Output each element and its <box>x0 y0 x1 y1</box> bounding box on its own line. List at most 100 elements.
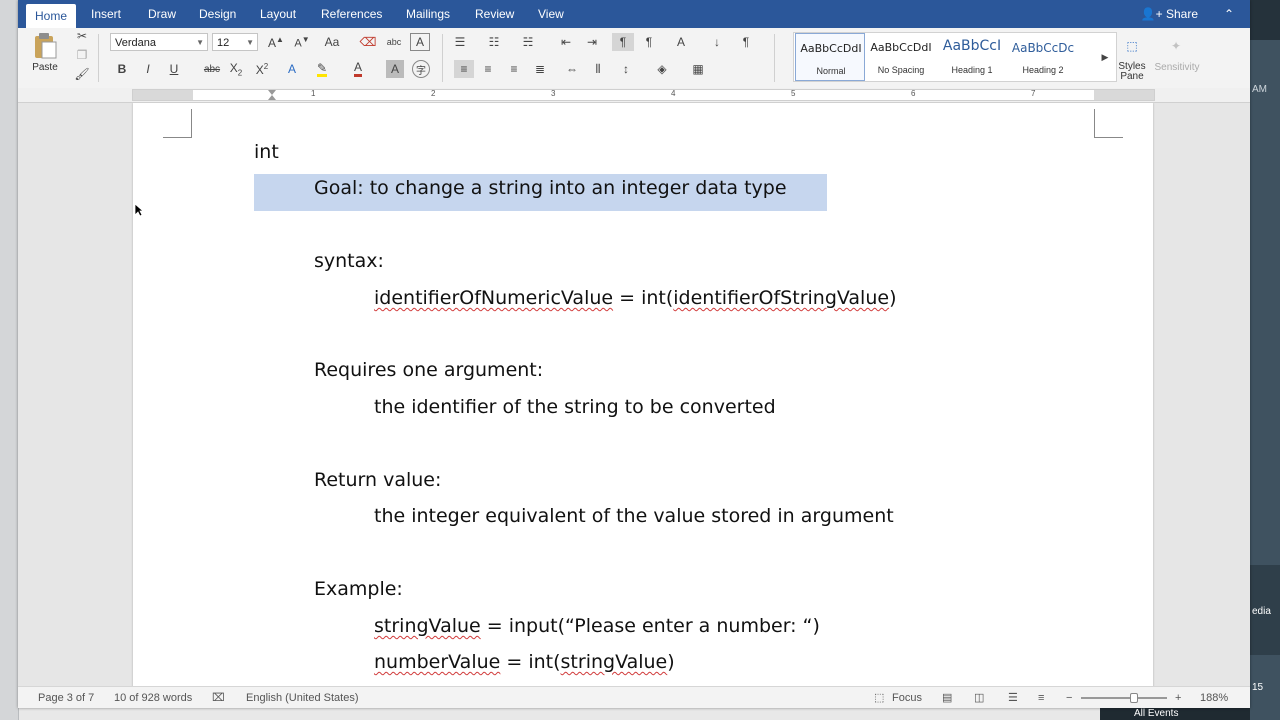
phonetic-guide-button[interactable]: abc <box>384 33 404 51</box>
font-color-button[interactable]: A <box>348 60 368 78</box>
language-status[interactable]: English (United States) <box>246 687 359 708</box>
share-button[interactable]: 👤+ Share <box>1141 0 1198 28</box>
highlight-color-button[interactable]: ✎ <box>312 60 332 78</box>
all-events-label[interactable]: All Events <box>1134 708 1178 720</box>
tab-review[interactable]: Review <box>466 0 523 28</box>
page-count-status[interactable]: Page 3 of 7 <box>38 687 94 708</box>
font-size-combo[interactable]: 12 ▼ <box>212 33 258 51</box>
tab-layout[interactable]: Layout <box>251 0 305 28</box>
column-width-button[interactable]: ⫴ <box>588 60 608 78</box>
doc-heading[interactable]: int <box>254 139 279 165</box>
borders-button[interactable]: ▦ <box>688 60 708 78</box>
tab-mailings[interactable]: Mailings <box>397 0 459 28</box>
zoom-percent[interactable]: 188% <box>1200 687 1228 708</box>
sort-button[interactable]: ↓ <box>706 33 728 51</box>
asian-layout-button[interactable]: A <box>670 33 692 51</box>
italic-button[interactable]: I <box>138 60 158 78</box>
hanging-indent-marker[interactable] <box>268 95 276 100</box>
document-page[interactable]: int Goal: to change a string into an int… <box>133 103 1153 686</box>
doc-return-text[interactable]: the integer equivalent of the value stor… <box>374 503 894 529</box>
doc-goal-line[interactable]: Goal: to change a string into an integer… <box>314 175 787 201</box>
underline-button[interactable]: U <box>164 60 184 78</box>
doc-syntax-line[interactable]: identifierOfNumericValue = int(identifie… <box>374 285 896 311</box>
zoom-slider-knob[interactable] <box>1130 693 1138 703</box>
distributed-button[interactable]: ⇔ <box>562 60 582 78</box>
bold-icon: B <box>117 62 127 76</box>
style-heading-2[interactable]: AaBbCcDc Heading 2 <box>1008 33 1078 81</box>
align-center-button[interactable]: ≡ <box>478 60 498 78</box>
align-left-button[interactable]: ≡ <box>454 60 474 78</box>
style-no-spacing[interactable]: AaBbCcDdI No Spacing <box>866 33 936 81</box>
word-count-status[interactable]: 10 of 928 words <box>114 687 192 708</box>
draft-view-icon[interactable]: ≡ <box>1038 687 1044 708</box>
collapse-ribbon-button[interactable]: ⌃ <box>1224 0 1234 28</box>
tab-insert[interactable]: Insert <box>82 0 130 28</box>
copy-button[interactable]: ❐ <box>74 47 90 63</box>
multilevel-list-button[interactable]: ☵ <box>518 33 538 51</box>
zoom-out-button[interactable]: − <box>1066 687 1072 708</box>
grow-font-button[interactable]: A▲ <box>266 33 286 51</box>
bullets-button[interactable]: ☰ <box>450 33 470 51</box>
character-shading-button[interactable]: A <box>386 60 404 78</box>
paste-button[interactable] <box>26 30 64 62</box>
zoom-in-button[interactable]: + <box>1175 687 1181 708</box>
clear-formatting-button[interactable]: ⌫ <box>358 33 378 51</box>
decrease-indent-button[interactable]: ⇤ <box>556 33 576 51</box>
doc-example-line-2[interactable]: numberValue = int(stringValue) <box>374 649 675 675</box>
align-right-button[interactable]: ≡ <box>504 60 524 78</box>
font-name-combo[interactable]: Verdana ▼ <box>110 33 208 51</box>
ltr-direction-button[interactable]: ¶ <box>612 33 634 51</box>
superscript-icon: X2 <box>255 61 269 77</box>
style-heading-1[interactable]: AaBbCcI Heading 1 <box>937 33 1007 81</box>
rtl-direction-button[interactable]: ¶ <box>638 33 660 51</box>
outline-view-icon[interactable]: ☰ <box>1008 687 1018 708</box>
doc-requires-text[interactable]: the identifier of the string to be conve… <box>374 394 776 420</box>
doc-syntax-label[interactable]: syntax: <box>314 248 384 274</box>
line-spacing-button[interactable]: ↕ <box>616 60 636 78</box>
proofing-icon[interactable]: ⌧ <box>212 687 225 708</box>
justify-button[interactable]: ≣ <box>530 60 550 78</box>
tab-home[interactable]: Home <box>26 4 77 28</box>
borders-icon: ▦ <box>692 62 704 76</box>
styles-pane-button[interactable]: ⬚ <box>1120 34 1144 58</box>
increase-indent-button[interactable]: ⇥ <box>582 33 602 51</box>
copy-icon: ❐ <box>76 48 88 62</box>
shrink-font-button[interactable]: A▼ <box>292 33 312 51</box>
show-formatting-button[interactable]: ¶ <box>736 33 756 51</box>
numbering-button[interactable]: ☷ <box>484 33 504 51</box>
ruler-track[interactable]: 1 2 3 4 5 6 7 <box>132 89 1155 101</box>
cut-button[interactable]: ✂ <box>74 28 90 44</box>
text-effects-button[interactable]: A <box>282 60 302 78</box>
shading-button[interactable]: ◈ <box>652 60 672 78</box>
tab-view[interactable]: View <box>529 0 573 28</box>
zoom-slider-track[interactable] <box>1081 697 1167 699</box>
print-layout-view-icon[interactable]: ▤ <box>942 687 952 708</box>
bold-button[interactable]: B <box>112 60 132 78</box>
multilevel-list-icon: ☵ <box>522 35 534 49</box>
tab-draw[interactable]: Draw <box>139 0 185 28</box>
doc-requires-label[interactable]: Requires one argument: <box>314 357 543 383</box>
character-border-button[interactable]: A <box>410 33 430 51</box>
ruler-number: 7 <box>1031 89 1036 98</box>
enclose-characters-button[interactable]: 字 <box>412 60 430 78</box>
style-normal[interactable]: AaBbCcDdI Normal <box>795 33 865 81</box>
align-right-icon: ≡ <box>510 62 518 76</box>
styles-pane-icon: ⬚ <box>1126 39 1138 53</box>
superscript-button[interactable]: X2 <box>252 60 272 78</box>
web-layout-view-icon[interactable]: ◫ <box>974 687 984 708</box>
tab-references[interactable]: References <box>312 0 391 28</box>
format-painter-button[interactable]: 🖌 <box>74 66 90 82</box>
tab-design[interactable]: Design <box>190 0 245 28</box>
focus-button[interactable]: Focus <box>892 687 922 708</box>
change-case-button[interactable]: Aa <box>320 33 344 51</box>
doc-example-label[interactable]: Example: <box>314 576 403 602</box>
strikethrough-button[interactable]: abc <box>200 60 224 78</box>
sensitivity-button[interactable]: ✦ <box>1164 34 1188 58</box>
doc-example-line-1[interactable]: stringValue = input(“Please enter a numb… <box>374 613 820 639</box>
subscript-button[interactable]: X2 <box>226 60 246 78</box>
ruler-number: 5 <box>791 89 796 98</box>
focus-mode-icon[interactable]: ⬚ <box>874 687 884 708</box>
mouse-cursor-icon <box>134 203 144 217</box>
ruler-number: 1 <box>311 89 316 98</box>
doc-return-label[interactable]: Return value: <box>314 467 441 493</box>
